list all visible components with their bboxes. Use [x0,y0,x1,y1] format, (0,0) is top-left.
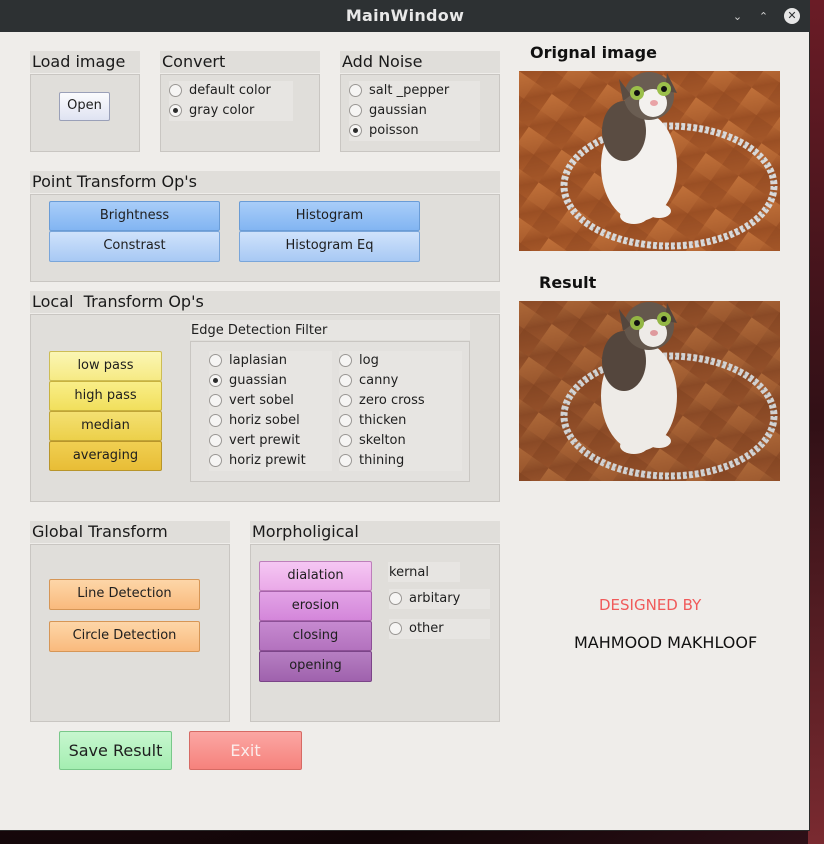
radio-edge-horiz-sobel[interactable]: horiz sobel [209,411,332,431]
morphological-title: Morpholigical [250,521,500,543]
dilation-button[interactable]: dialation [259,561,372,591]
radio-default-color[interactable]: default color [169,81,293,101]
local-transform-title: Local Transform Op's [30,291,500,313]
radio-edge-log[interactable]: log [339,351,462,371]
radio-label: thining [359,453,405,468]
close-icon[interactable]: ✕ [784,8,800,24]
point-transform-title: Point Transform Op's [30,171,500,193]
title-bar: MainWindow ⌄ ⌃ ✕ [0,0,810,32]
radio-salt-pepper[interactable]: salt _pepper [349,81,480,101]
median-button[interactable]: median [49,411,162,441]
radio-label: horiz sobel [229,413,300,428]
global-transform-title: Global Transform [30,521,230,543]
contrast-button[interactable]: Constrast [49,231,220,262]
minimize-icon[interactable]: ⌄ [730,9,745,24]
radio-dot [209,374,222,387]
radio-dot [339,434,352,447]
radio-gaussian-noise[interactable]: gaussian [349,101,480,121]
radio-kernal-other-dot [389,622,402,635]
circle-detection-button[interactable]: Circle Detection [49,621,200,652]
low-pass-button[interactable]: low pass [49,351,162,381]
result-image-title: Result [539,273,597,292]
histogram-button[interactable]: Histogram [239,201,420,231]
radio-label: guassian [229,373,287,388]
cat-photo-result [519,301,780,481]
window-title: MainWindow [345,6,465,25]
radio-poisson-label: poisson [369,123,419,138]
brightness-button[interactable]: Brightness [49,201,220,231]
radio-gaussian-noise-label: gaussian [369,103,427,118]
radio-dot [339,374,352,387]
original-image [519,71,780,251]
original-image-title: Orignal image [530,43,657,62]
radio-label: log [359,353,379,368]
radio-poisson-dot [349,124,362,137]
main-window: MainWindow ⌄ ⌃ ✕ Load image Open Convert… [0,0,810,831]
radio-edge-zero-cross[interactable]: zero cross [339,391,462,411]
open-button[interactable]: Open [59,92,110,121]
radio-salt-pepper-label: salt _pepper [369,83,450,98]
add-noise-title: Add Noise [340,51,500,73]
radio-gray-color[interactable]: gray color [169,101,293,121]
radio-label: zero cross [359,393,425,408]
radio-edge-laplasian[interactable]: laplasian [209,351,332,371]
opening-button[interactable]: opening [259,651,372,682]
radio-edge-thicken[interactable]: thicken [339,411,462,431]
radio-label: thicken [359,413,407,428]
radio-dot [209,454,222,467]
radio-kernal-arbitary-label: arbitary [409,591,461,606]
kernal-label: kernal [389,565,429,580]
radio-label: horiz prewit [229,453,306,468]
exit-button[interactable]: Exit [189,731,302,770]
radio-label: canny [359,373,399,388]
radio-edge-horiz-prewit[interactable]: horiz prewit [209,451,332,471]
radio-dot [339,414,352,427]
line-detection-button[interactable]: Line Detection [49,579,200,610]
radio-edge-vert-sobel[interactable]: vert sobel [209,391,332,411]
radio-edge-vert-prewit[interactable]: vert prewit [209,431,332,451]
radio-kernal-other-label: other [409,621,444,636]
load-image-title: Load image [30,51,140,73]
radio-dot [209,414,222,427]
radio-dot [339,454,352,467]
radio-dot [209,394,222,407]
histogram-eq-button[interactable]: Histogram Eq [239,231,420,262]
restore-icon[interactable]: ⌃ [756,9,771,24]
radio-default-color-dot [169,84,182,97]
high-pass-button[interactable]: high pass [49,381,162,411]
author-name: MAHMOOD MAKHLOOF [574,633,758,652]
radio-kernal-arbitary[interactable]: arbitary [389,589,490,609]
radio-gray-color-label: gray color [189,103,255,118]
radio-salt-pepper-dot [349,84,362,97]
radio-gray-color-dot [169,104,182,117]
radio-dot [339,354,352,367]
radio-label: vert sobel [229,393,294,408]
radio-dot [209,354,222,367]
radio-kernal-arbitary-dot [389,592,402,605]
radio-default-color-label: default color [189,83,271,98]
radio-label: laplasian [229,353,287,368]
erosion-button[interactable]: erosion [259,591,372,621]
radio-label: vert prewit [229,433,300,448]
result-image [519,301,780,481]
radio-dot [339,394,352,407]
convert-title: Convert [160,51,320,73]
radio-poisson[interactable]: poisson [349,121,480,141]
save-result-button[interactable]: Save Result [59,731,172,770]
radio-gaussian-noise-dot [349,104,362,117]
radio-edge-guassian[interactable]: guassian [209,371,332,391]
radio-dot [209,434,222,447]
edge-detection-title: Edge Detection Filter [191,323,328,338]
radio-edge-skelton[interactable]: skelton [339,431,462,451]
desktop-background [808,0,824,844]
designed-by-label: DESIGNED BY [599,596,702,614]
radio-kernal-other[interactable]: other [389,619,490,639]
averaging-button[interactable]: averaging [49,441,162,471]
cat-photo-original [519,71,780,251]
radio-label: skelton [359,433,406,448]
radio-edge-thining[interactable]: thining [339,451,462,471]
closing-button[interactable]: closing [259,621,372,651]
radio-edge-canny[interactable]: canny [339,371,462,391]
